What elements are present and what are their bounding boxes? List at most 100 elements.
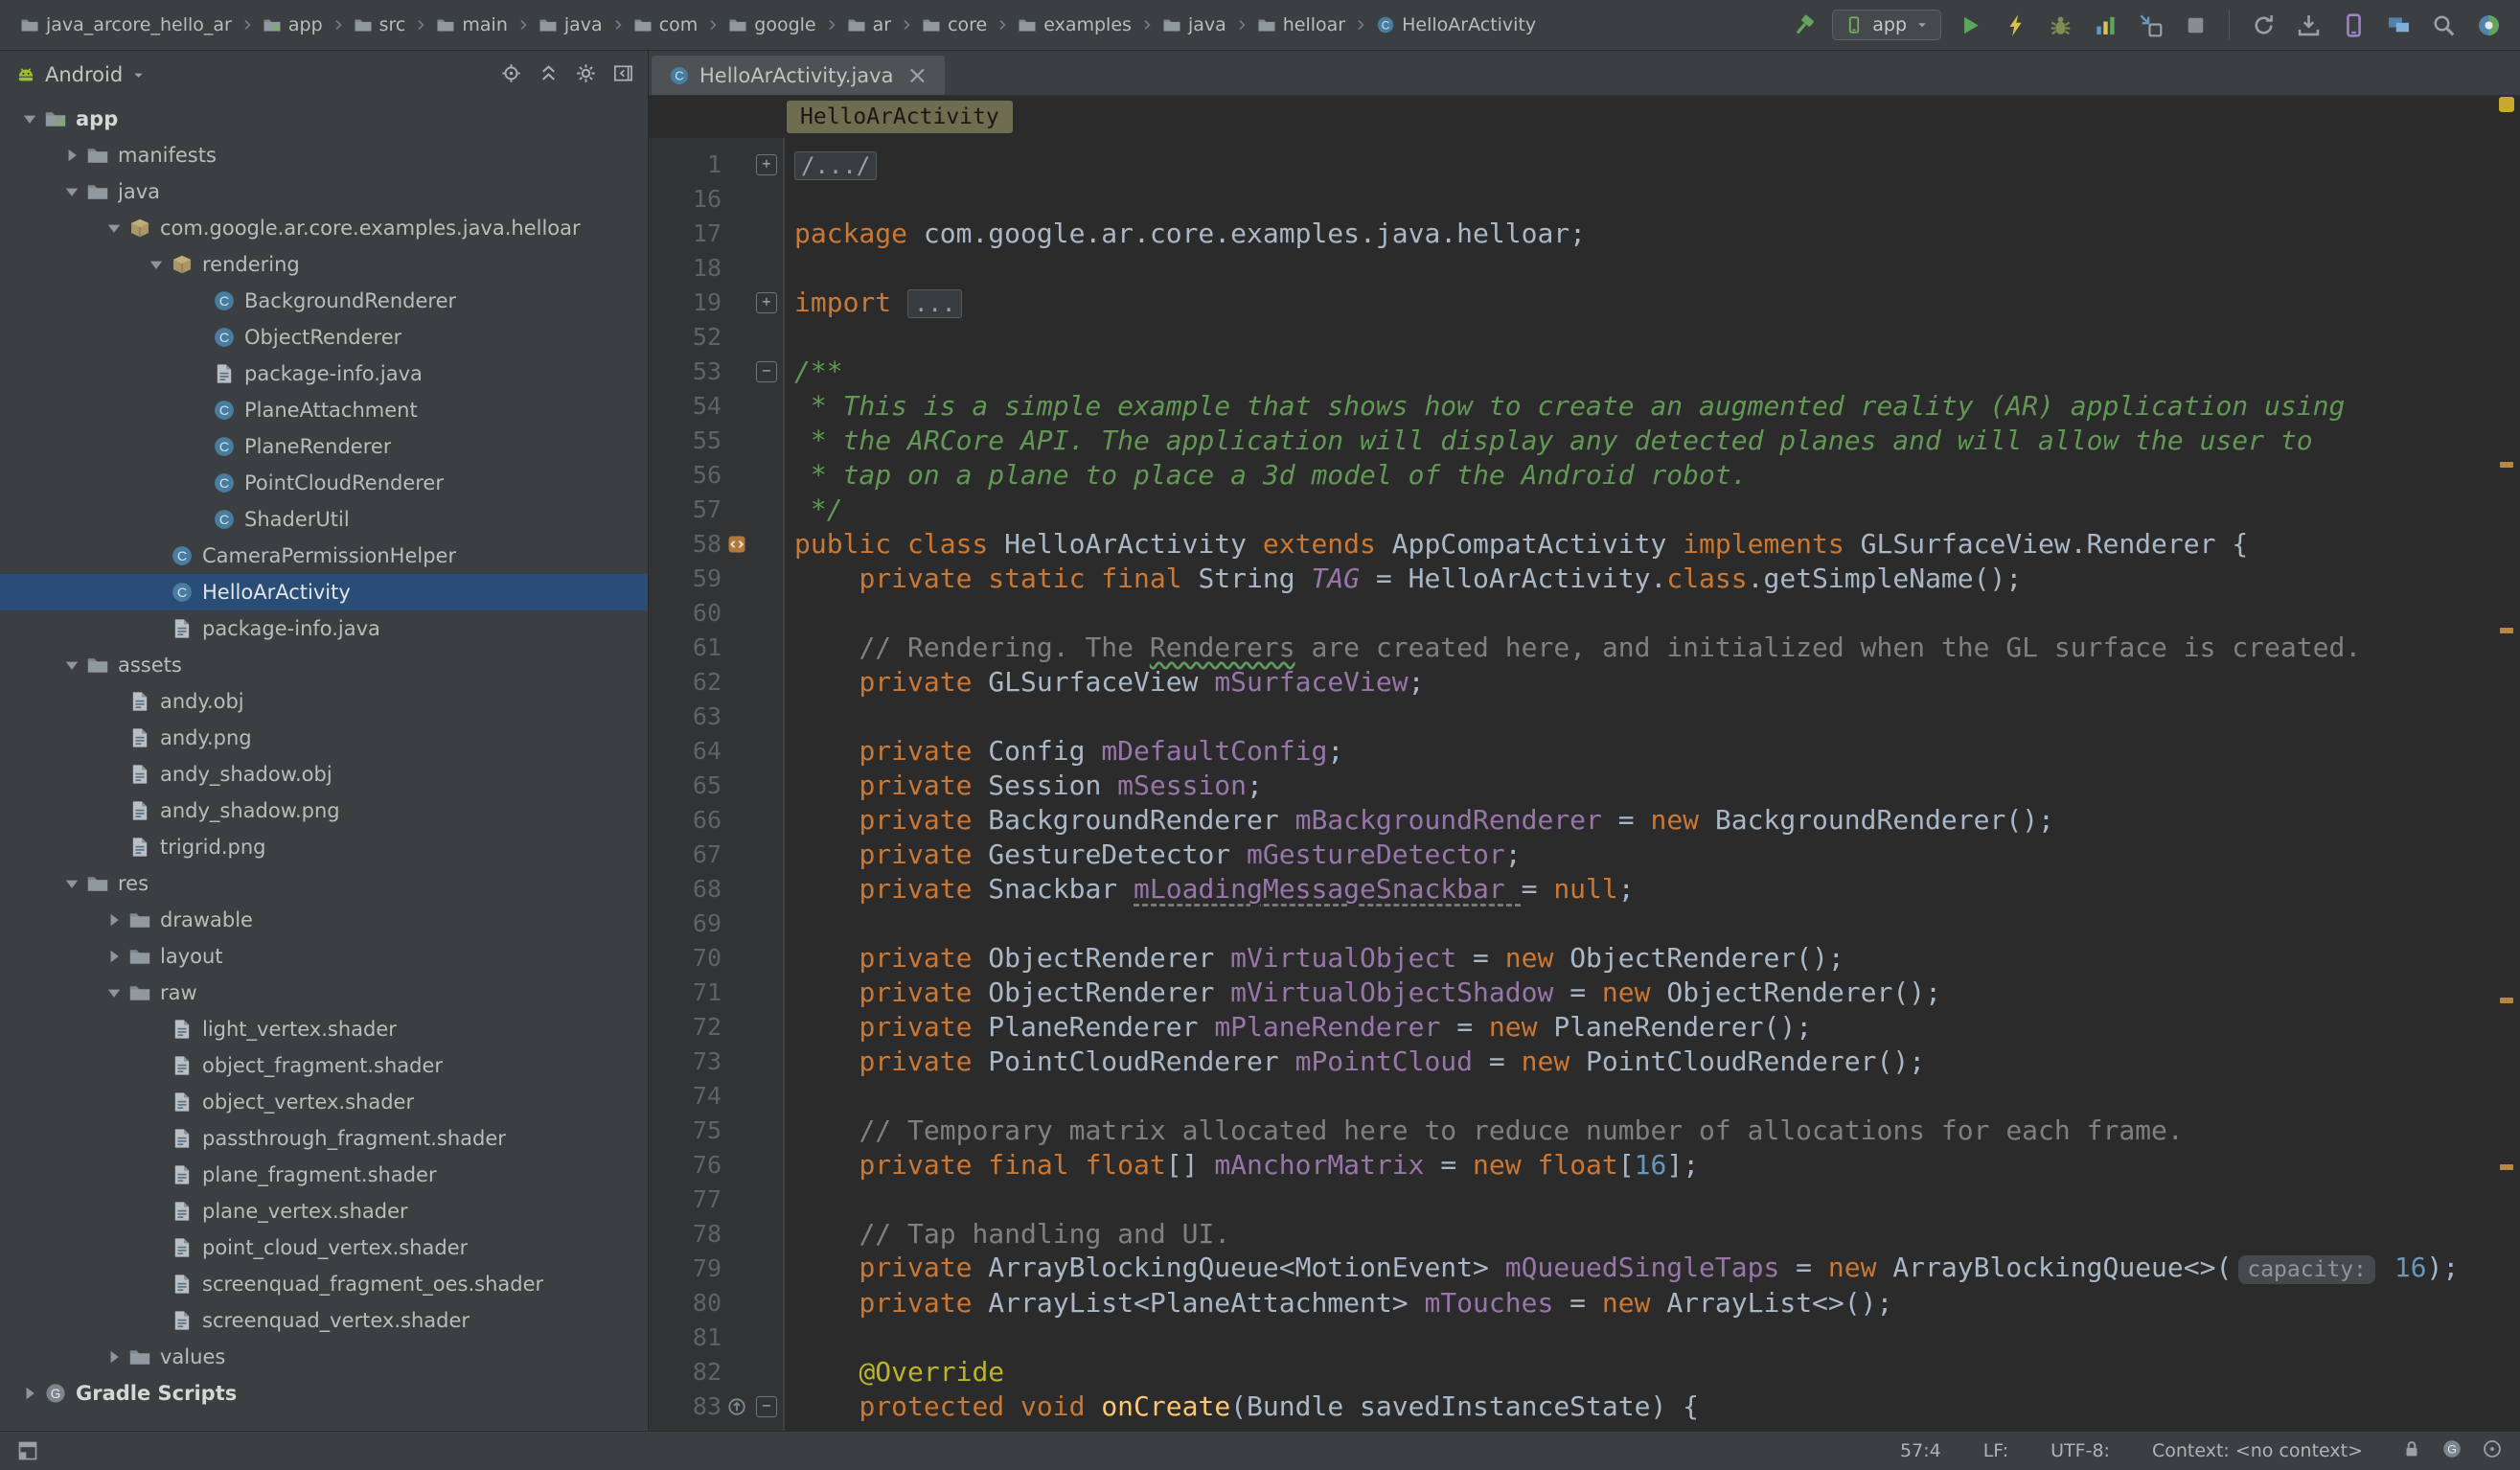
run-play-button[interactable] (1954, 9, 1986, 41)
tree-item-passthrough-fragment-shader[interactable]: passthrough_fragment.shader (0, 1120, 648, 1157)
tree-item-drawable[interactable]: drawable (0, 902, 648, 938)
line-number[interactable]: 66 (654, 803, 722, 838)
line-number[interactable]: 72 (654, 1010, 722, 1045)
tree-item-plane-vertex-shader[interactable]: plane_vertex.shader (0, 1193, 648, 1229)
tree-collapse-arrow-icon[interactable] (57, 655, 86, 676)
tree-item-package-info-java[interactable]: package-info.java (0, 610, 648, 647)
tree-item-backgroundrenderer[interactable]: CBackgroundRenderer (0, 283, 648, 319)
line-number[interactable]: 60 (654, 596, 722, 631)
tree-item-planerenderer[interactable]: CPlaneRenderer (0, 428, 648, 465)
line-number[interactable]: 54 (654, 389, 722, 424)
path-crumb-examples[interactable]: examples (1013, 11, 1136, 38)
line-number[interactable]: 17 (654, 217, 722, 251)
line-number[interactable]: 1 (654, 148, 722, 182)
path-crumb-helloar[interactable]: helloar (1252, 11, 1350, 38)
tree-item-andy-png[interactable]: andy.png (0, 720, 648, 756)
settings-gear-button[interactable] (575, 62, 597, 88)
status-caret-position[interactable]: 57:4 (1900, 1440, 1941, 1461)
line-number[interactable]: 65 (654, 769, 722, 803)
tree-item-shaderutil[interactable]: CShaderUtil (0, 501, 648, 538)
line-number[interactable]: 67 (654, 838, 722, 872)
line-number[interactable]: 57 (654, 493, 722, 527)
path-crumb-helloaractivity[interactable]: CHelloArActivity (1371, 11, 1541, 38)
tree-collapse-arrow-icon[interactable] (57, 181, 86, 202)
line-number[interactable]: 83 (654, 1390, 722, 1424)
tree-expand-arrow-icon[interactable] (100, 1346, 128, 1367)
line-number[interactable]: 81 (654, 1321, 722, 1355)
line-number[interactable]: 53 (654, 355, 722, 389)
tree-item-com-google-ar-core-examples-java-helloar[interactable]: com.google.ar.core.examples.java.helloar (0, 210, 648, 246)
line-number[interactable]: 82 (654, 1355, 722, 1390)
line-number[interactable]: 62 (654, 665, 722, 700)
fold-collapse-icon[interactable]: − (756, 361, 777, 382)
tree-item-assets[interactable]: assets (0, 647, 648, 683)
line-number[interactable]: 18 (654, 251, 722, 286)
tree-expand-arrow-icon[interactable] (100, 909, 128, 930)
editor-tab-helloaractivity[interactable]: C HelloArActivity.java × (652, 56, 945, 95)
tree-collapse-arrow-icon[interactable] (57, 873, 86, 894)
tree-item-app[interactable]: app (0, 101, 648, 137)
status-notifications-button[interactable] (2482, 1438, 2503, 1464)
tree-item-andy-obj[interactable]: andy.obj (0, 683, 648, 720)
tree-item-values[interactable]: values (0, 1339, 648, 1375)
line-number[interactable]: 79 (654, 1252, 722, 1286)
fold-expand-icon[interactable]: + (756, 292, 777, 313)
tree-item-plane-fragment-shader[interactable]: plane_fragment.shader (0, 1157, 648, 1193)
close-icon[interactable]: × (906, 63, 928, 88)
tree-item-object-fragment-shader[interactable]: object_fragment.shader (0, 1047, 648, 1084)
locate-file-button[interactable] (500, 62, 522, 88)
line-number[interactable]: 61 (654, 631, 722, 665)
line-number[interactable]: 64 (654, 734, 722, 769)
tree-item-andy-shadow-obj[interactable]: andy_shadow.obj (0, 756, 648, 792)
line-number[interactable]: 16 (654, 182, 722, 217)
path-crumb-com[interactable]: com (629, 11, 703, 38)
tree-item-java[interactable]: java (0, 173, 648, 210)
status-line-separator[interactable]: LF: (1983, 1440, 2008, 1461)
fold-collapse-icon[interactable]: − (756, 1396, 777, 1417)
tree-item-camerapermissionhelper[interactable]: CCameraPermissionHelper (0, 538, 648, 574)
line-number[interactable]: 69 (654, 907, 722, 941)
tree-item-gradle-scripts[interactable]: GGradle Scripts (0, 1375, 648, 1412)
attach-debugger-button[interactable] (2134, 9, 2166, 41)
status-encoding[interactable]: UTF-8: (2050, 1440, 2110, 1461)
tree-item-layout[interactable]: layout (0, 938, 648, 975)
tree-item-res[interactable]: res (0, 865, 648, 902)
line-number[interactable]: 73 (654, 1045, 722, 1079)
debug-bug-button[interactable] (2044, 9, 2076, 41)
line-number[interactable]: 75 (654, 1114, 722, 1148)
status-context[interactable]: Context: <no context> (2152, 1440, 2363, 1461)
path-crumb-java-arcore-hello-ar[interactable]: java_arcore_hello_ar (15, 11, 237, 38)
line-number[interactable]: 68 (654, 872, 722, 907)
run-config-selector[interactable]: app (1832, 10, 1941, 40)
line-number[interactable]: 59 (654, 562, 722, 596)
tree-item-objectrenderer[interactable]: CObjectRenderer (0, 319, 648, 356)
status-gradle-elephant-button[interactable]: G (2441, 1438, 2463, 1464)
line-number[interactable]: 71 (654, 976, 722, 1010)
tree-expand-arrow-icon[interactable] (57, 145, 86, 166)
apply-changes-bolt-button[interactable] (1999, 9, 2031, 41)
gradle-sync-button[interactable] (2247, 9, 2279, 41)
class-marker-icon[interactable] (726, 534, 747, 555)
line-number[interactable]: 74 (654, 1079, 722, 1114)
tree-item-package-info-java[interactable]: package-info.java (0, 356, 648, 392)
status-lock-button[interactable] (2401, 1438, 2422, 1464)
code-editor[interactable]: 1+/.../1617package com.google.ar.core.ex… (649, 138, 2520, 1431)
tree-collapse-arrow-icon[interactable] (15, 108, 44, 129)
tree-item-pointcloudrenderer[interactable]: CPointCloudRenderer (0, 465, 648, 501)
path-crumb-ar[interactable]: ar (842, 11, 896, 38)
tree-item-screenquad-vertex-shader[interactable]: screenquad_vertex.shader (0, 1302, 648, 1339)
tree-item-point-cloud-vertex-shader[interactable]: point_cloud_vertex.shader (0, 1229, 648, 1266)
search-everywhere-button[interactable] (2427, 9, 2460, 41)
line-number[interactable]: 52 (654, 320, 722, 355)
editor-breadcrumb[interactable]: HelloArActivity (787, 101, 1013, 133)
device-monitor-button[interactable] (2382, 9, 2415, 41)
avd-manager-button[interactable] (2337, 9, 2370, 41)
collapse-all-button[interactable] (538, 62, 560, 88)
path-crumb-app[interactable]: app (258, 11, 328, 38)
path-crumb-java[interactable]: java (1157, 11, 1231, 38)
line-number[interactable]: 19 (654, 286, 722, 320)
tree-item-andy-shadow-png[interactable]: andy_shadow.png (0, 792, 648, 829)
assistant-circle-button[interactable] (2472, 9, 2505, 41)
tree-item-light-vertex-shader[interactable]: light_vertex.shader (0, 1011, 648, 1047)
line-number[interactable]: 78 (654, 1217, 722, 1252)
